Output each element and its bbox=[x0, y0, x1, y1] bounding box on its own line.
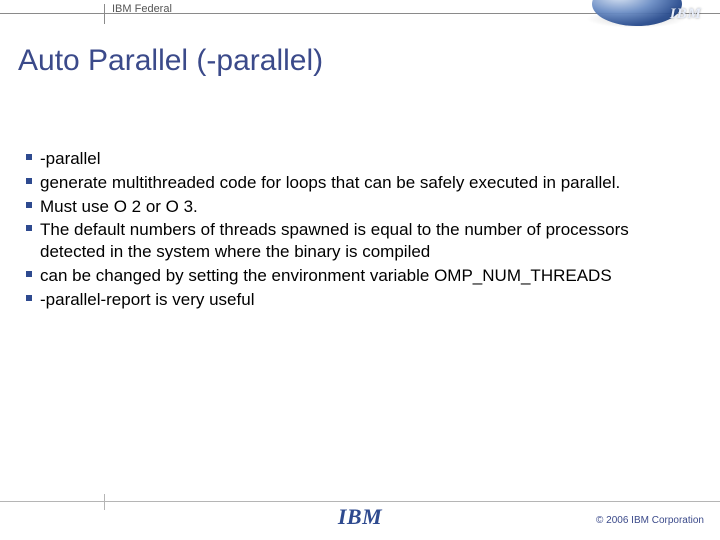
list-item: Must use O 2 or O 3. bbox=[26, 196, 690, 218]
list-item: The default numbers of threads spawned i… bbox=[26, 219, 690, 263]
footer-rule bbox=[0, 501, 720, 502]
bullet-list: -parallel generate multithreaded code fo… bbox=[26, 148, 690, 312]
footer-copyright: © 2006 IBM Corporation bbox=[596, 515, 704, 526]
header: IBM Federal IBM bbox=[0, 0, 720, 28]
slide: IBM Federal IBM Auto Parallel (-parallel… bbox=[0, 0, 720, 540]
list-item: generate multithreaded code for loops th… bbox=[26, 172, 690, 194]
list-item: -parallel-report is very useful bbox=[26, 289, 690, 311]
list-item: -parallel bbox=[26, 148, 690, 170]
header-label: IBM Federal bbox=[112, 3, 172, 15]
list-item: can be changed by setting the environmen… bbox=[26, 265, 690, 287]
slide-title: Auto Parallel (-parallel) bbox=[18, 44, 323, 78]
ibm-logo-header: IBM bbox=[670, 6, 702, 23]
header-tick bbox=[104, 4, 105, 24]
